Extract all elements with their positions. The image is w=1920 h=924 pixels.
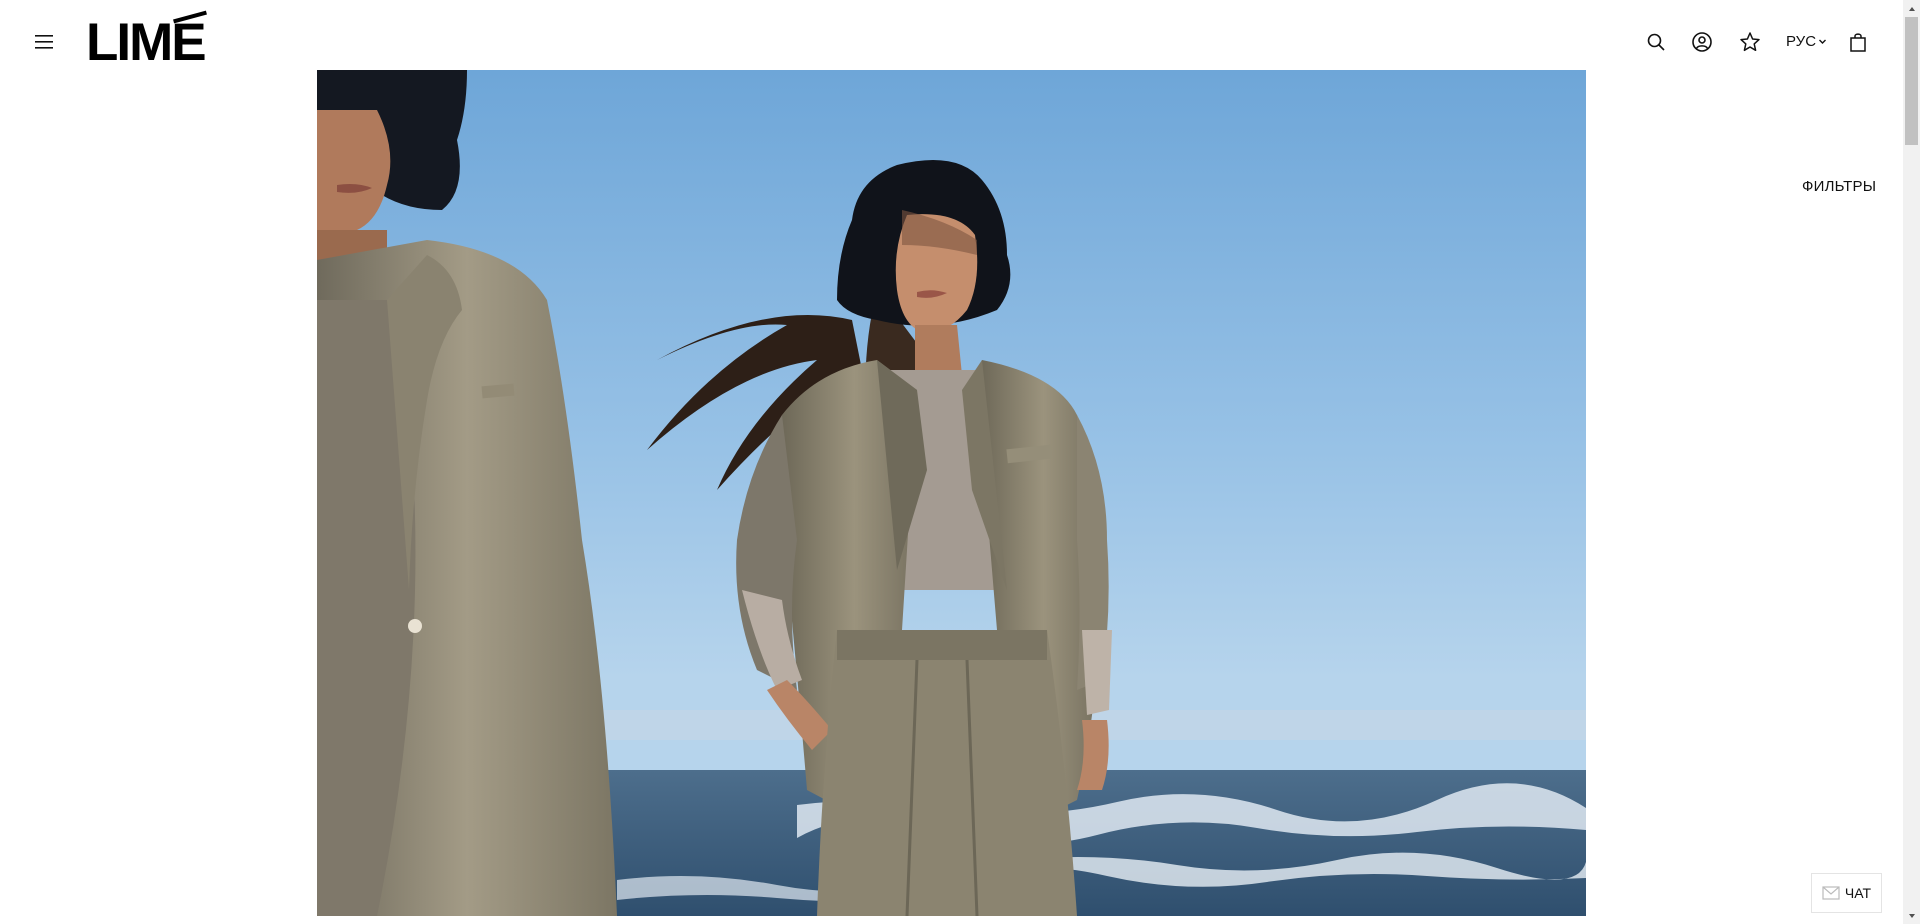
- scroll-down-arrow[interactable]: [1903, 907, 1920, 924]
- star-icon: [1740, 32, 1760, 52]
- language-selector[interactable]: РУС: [1786, 33, 1827, 50]
- language-label: РУС: [1786, 33, 1817, 50]
- scroll-up-arrow[interactable]: [1903, 0, 1920, 17]
- chevron-down-icon: [1819, 39, 1827, 44]
- logo-text: LIME: [86, 13, 207, 72]
- menu-icon: [35, 35, 53, 49]
- hero-photo: [317, 70, 1586, 916]
- page-scrollbar[interactable]: [1903, 0, 1920, 924]
- user-icon: [1692, 32, 1712, 52]
- cart-button[interactable]: [1844, 28, 1872, 56]
- site-header: LIME РУС: [0, 0, 1903, 70]
- caret-down-icon: [1908, 913, 1915, 918]
- site-logo[interactable]: LIME: [86, 10, 207, 72]
- search-icon: [1647, 33, 1665, 51]
- scroll-thumb[interactable]: [1905, 17, 1918, 145]
- account-button[interactable]: [1688, 28, 1716, 56]
- page: LIME РУС ФИЛЬТРЫ ЧАТ: [0, 0, 1920, 924]
- chat-label: ЧАТ: [1844, 885, 1872, 901]
- bag-icon: [1850, 33, 1866, 52]
- filters-button[interactable]: ФИЛЬТРЫ: [1802, 178, 1876, 195]
- menu-button[interactable]: [33, 31, 55, 53]
- chat-icon: [1822, 886, 1840, 900]
- caret-up-icon: [1908, 6, 1915, 11]
- hero-campaign-image[interactable]: [317, 70, 1586, 916]
- chat-button[interactable]: ЧАТ: [1811, 873, 1882, 913]
- search-button[interactable]: [1642, 28, 1670, 56]
- favorites-button[interactable]: [1736, 28, 1764, 56]
